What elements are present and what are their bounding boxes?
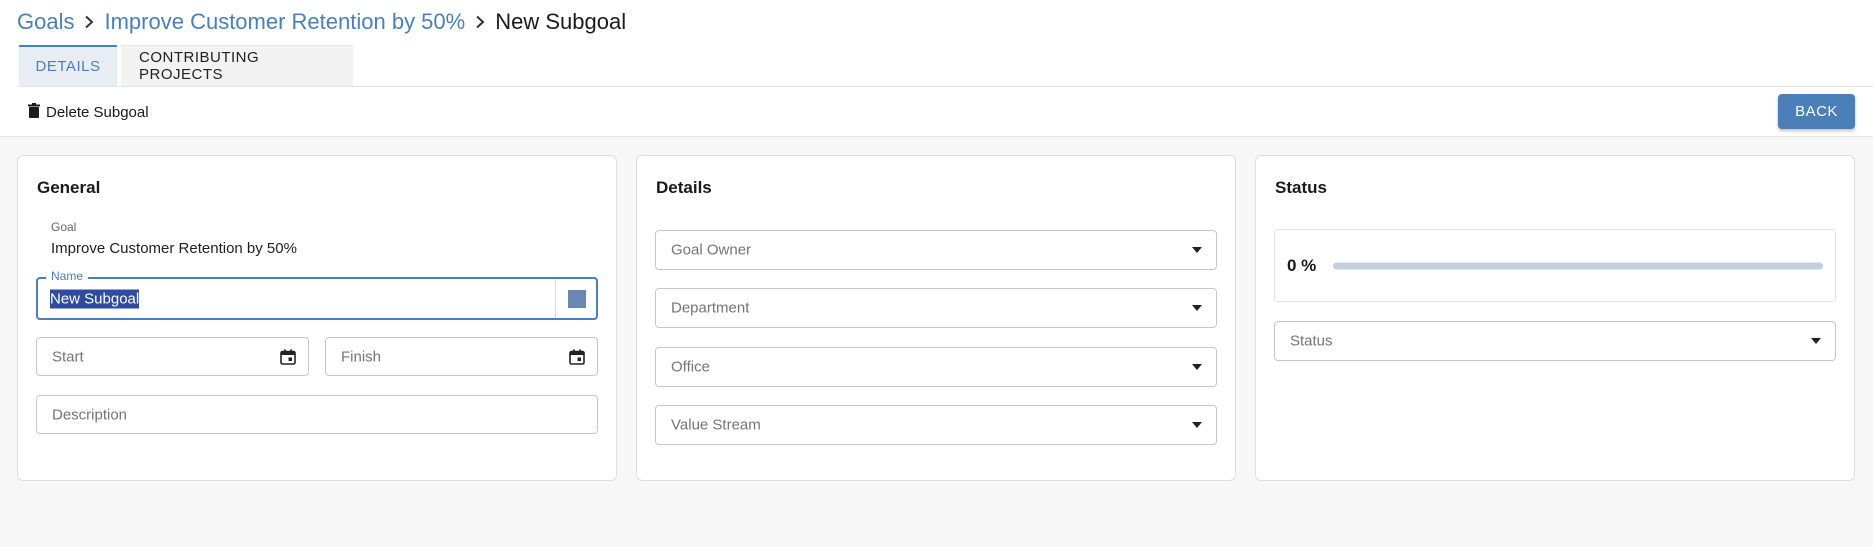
goal-owner-placeholder: Goal Owner [671,241,752,259]
tab-contributing-projects[interactable]: CONTRIBUTING PROJECTS [121,45,353,86]
trash-icon [28,102,40,122]
delete-subgoal-label: Delete Subgoal [46,103,149,121]
status-card: Status 0 % Status [1255,155,1855,481]
status-placeholder: Status [1290,332,1333,350]
calendar-icon[interactable] [280,349,296,365]
calendar-icon[interactable] [569,349,585,365]
name-label: Name [46,269,89,283]
breadcrumb-current: New Subgoal [495,9,627,34]
start-placeholder: Start [52,348,84,365]
finish-date-field[interactable]: Finish [325,337,598,376]
breadcrumb-goals-link[interactable]: Goals [17,9,74,35]
description-placeholder: Description [52,406,128,423]
caret-down-icon [1192,247,1202,253]
department-select[interactable]: Department [655,288,1217,328]
caret-down-icon [1811,338,1821,344]
name-input[interactable]: Name New Subgoal [36,269,598,320]
tabs-divider [17,86,1873,87]
status-title: Status [1275,178,1327,197]
delete-subgoal-button[interactable]: Delete Subgoal [28,100,149,124]
details-title: Details [656,178,712,197]
breadcrumb: Goals Improve Customer Retention by 50% … [17,7,626,37]
goal-label: Goal [51,220,77,234]
progress-bar [1333,262,1823,269]
back-button[interactable]: BACK [1778,94,1855,129]
chevron-right-icon [474,15,486,29]
top-bar: Goals Improve Customer Retention by 50% … [0,0,1873,137]
general-title: General [37,178,101,197]
breadcrumb-parent-goal-link[interactable]: Improve Customer Retention by 50% [104,9,465,35]
progress-panel: 0 % [1274,229,1836,302]
general-card: General Goal Improve Customer Retention … [17,155,617,481]
progress-percent: 0 % [1287,255,1317,275]
goal-value: Improve Customer Retention by 50% [51,240,297,257]
value-stream-placeholder: Value Stream [671,416,761,434]
toolbar-divider [0,136,1873,137]
details-card: Details Goal Owner Department Office Val… [636,155,1236,481]
value-stream-select[interactable]: Value Stream [655,405,1217,445]
start-date-field[interactable]: Start [36,337,309,376]
caret-down-icon [1192,364,1202,370]
description-field[interactable]: Description [36,395,598,434]
office-placeholder: Office [671,358,710,376]
caret-down-icon [1192,305,1202,311]
office-select[interactable]: Office [655,347,1217,387]
name-divider [555,279,556,318]
finish-placeholder: Finish [341,348,382,365]
color-picker-swatch[interactable] [568,289,586,308]
name-value[interactable]: New Subgoal [50,289,140,308]
caret-down-icon [1192,422,1202,428]
goal-owner-select[interactable]: Goal Owner [655,230,1217,270]
tab-bar: DETAILS CONTRIBUTING PROJECTS [19,45,353,86]
tab-details[interactable]: DETAILS [19,45,117,86]
chevron-right-icon [83,15,95,29]
status-select[interactable]: Status [1274,321,1836,361]
department-placeholder: Department [671,299,750,317]
